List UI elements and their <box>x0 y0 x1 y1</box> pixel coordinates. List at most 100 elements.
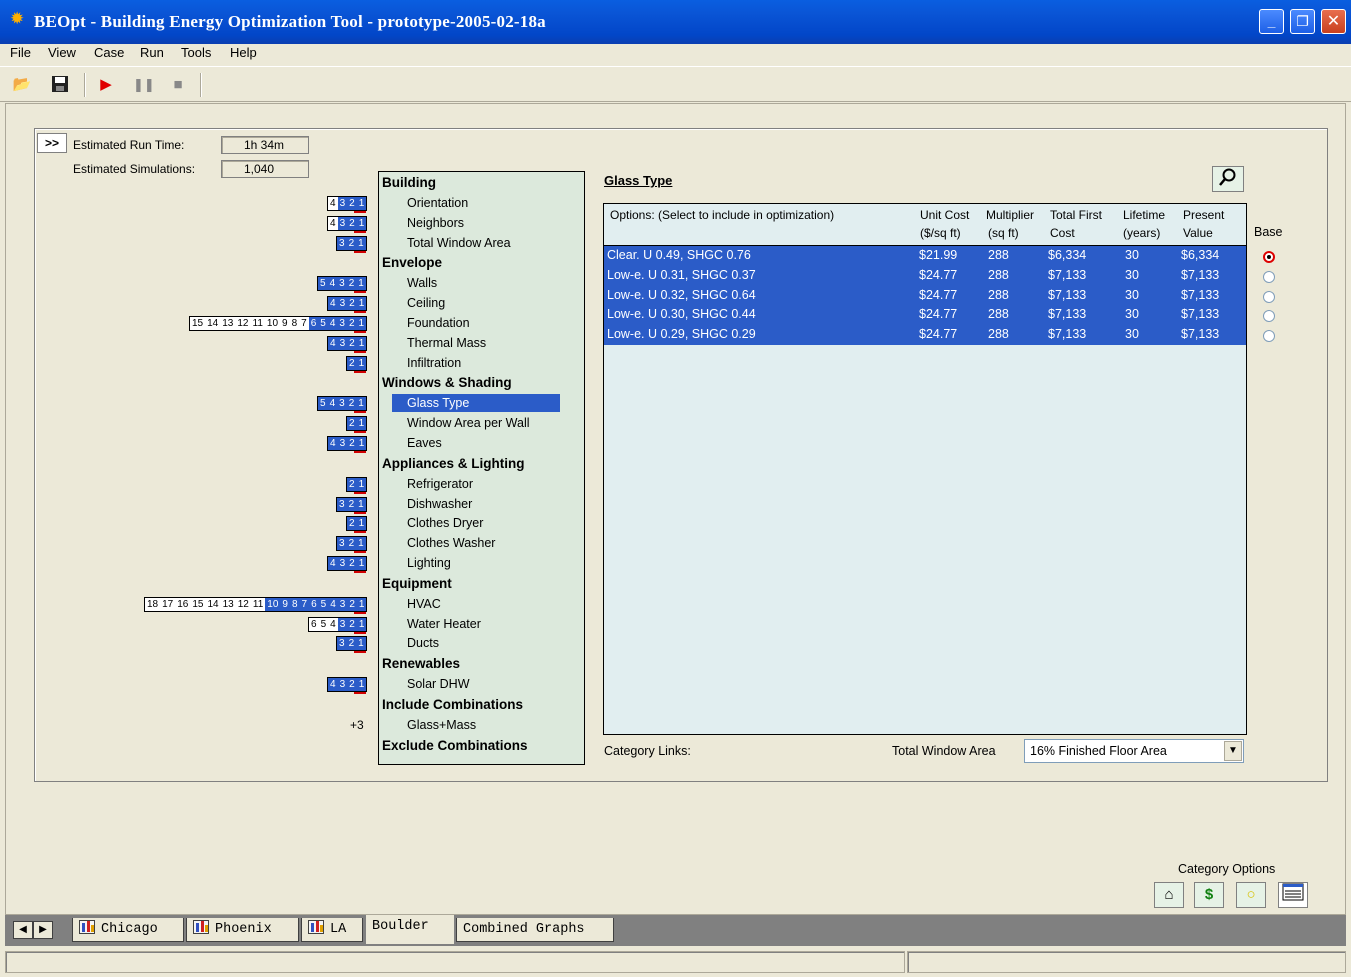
level-cell[interactable]: 3 <box>337 617 348 631</box>
level-indicator[interactable]: 654321 <box>308 616 368 634</box>
level-cell[interactable]: 4 <box>328 297 338 311</box>
level-cell[interactable]: 10 <box>265 597 281 611</box>
level-cell[interactable]: 4 <box>328 216 338 230</box>
level-cell[interactable]: 2 <box>347 557 357 570</box>
level-cell[interactable]: 7 <box>299 597 310 611</box>
level-cell[interactable]: 3 <box>337 437 348 450</box>
level-indicator[interactable]: 21 <box>346 355 368 373</box>
zoom-magnifier-icon[interactable] <box>1212 166 1244 192</box>
bulb-icon[interactable]: ○ <box>1236 882 1266 908</box>
level-cell[interactable]: 1 <box>356 637 366 651</box>
level-indicator[interactable]: 4321 <box>327 215 368 233</box>
level-cell[interactable]: 1 <box>356 617 367 631</box>
expand-button[interactable]: >> <box>37 133 67 153</box>
level-cell[interactable]: 1 <box>356 216 367 230</box>
stop-icon[interactable]: ■ <box>168 75 188 95</box>
category-item[interactable]: Walls <box>407 276 437 290</box>
level-cell[interactable]: 6 <box>309 617 319 631</box>
level-cell[interactable]: 3 <box>337 597 348 611</box>
total-window-area-select[interactable]: 16% Finished Floor Area ▼ <box>1024 739 1244 763</box>
level-cell[interactable]: 2 <box>347 216 357 230</box>
level-cell[interactable]: 4 <box>327 277 338 291</box>
level-cell[interactable]: 2 <box>346 236 357 250</box>
level-cell[interactable]: 3 <box>337 497 347 511</box>
level-cell[interactable]: 4 <box>328 597 338 611</box>
level-indicator[interactable]: 18 17 16 15 14 13 12 11 10 9 8 7 6 5 4 3 2 1 <box>144 596 368 614</box>
level-cell[interactable]: 17 <box>160 597 176 611</box>
level-indicator[interactable]: 4321 <box>327 335 368 353</box>
level-cell[interactable]: 12 <box>235 317 251 330</box>
category-item[interactable]: Eaves <box>407 436 442 450</box>
level-cell[interactable]: 2 <box>347 597 357 611</box>
level-cell[interactable]: 1 <box>356 397 366 411</box>
open-folder-icon[interactable]: 📂 <box>12 75 32 95</box>
tab-phoenix[interactable]: Phoenix <box>186 918 299 942</box>
menu-run[interactable]: Run <box>140 44 164 62</box>
category-item[interactable]: Ceiling <box>407 296 445 310</box>
level-cell[interactable]: 14 <box>205 597 221 611</box>
level-cell[interactable]: 11 <box>250 597 266 611</box>
level-indicator[interactable]: 21 <box>346 416 368 434</box>
level-cell[interactable]: 1 <box>356 557 367 570</box>
level-cell[interactable]: 3 <box>337 216 348 230</box>
level-cell[interactable]: 2 <box>347 517 357 531</box>
level-cell[interactable]: 18 <box>145 597 161 611</box>
level-cell[interactable]: 1 <box>356 517 367 531</box>
level-cell[interactable]: 2 <box>347 197 357 210</box>
tab-combined-graphs[interactable]: Combined Graphs <box>456 918 614 942</box>
category-item[interactable]: Refrigerator <box>407 477 473 491</box>
level-cell[interactable]: 1 <box>356 417 367 431</box>
category-item[interactable]: Foundation <box>407 316 470 330</box>
level-cell[interactable]: 1 <box>356 197 367 210</box>
level-cell[interactable]: 4 <box>327 317 338 330</box>
level-cell[interactable]: 3 <box>337 336 348 350</box>
level-cell[interactable]: 1 <box>356 678 367 692</box>
base-radio[interactable] <box>1263 251 1275 263</box>
category-item[interactable]: Water Heater <box>407 617 481 631</box>
level-cell[interactable]: 9 <box>280 597 290 611</box>
table-row[interactable]: Low-e. U 0.32, SHGC 0.64 $24.77 288 $7,133 3… <box>604 285 1246 306</box>
level-cell[interactable]: 4 <box>328 557 338 570</box>
level-cell[interactable]: 4 <box>328 197 338 210</box>
category-item[interactable]: Lighting <box>407 556 451 570</box>
level-cell[interactable]: 1 <box>356 497 366 511</box>
category-item[interactable]: Thermal Mass <box>407 336 486 350</box>
base-radio[interactable] <box>1263 270 1275 283</box>
restore-button[interactable]: ❐ <box>1290 9 1315 34</box>
level-cell[interactable]: 2 <box>347 617 357 631</box>
menu-tools[interactable]: Tools <box>181 44 211 62</box>
level-cell[interactable]: 6 <box>309 597 319 611</box>
level-cell[interactable]: 1 <box>356 336 367 350</box>
level-cell[interactable]: 2 <box>347 297 357 311</box>
level-cell[interactable]: 2 <box>347 336 357 350</box>
level-cell[interactable]: 2 <box>346 497 357 511</box>
level-cell[interactable]: 10 <box>264 317 281 330</box>
level-indicator[interactable]: 4321 <box>327 677 368 695</box>
level-cell[interactable]: 4 <box>328 336 338 350</box>
close-button[interactable]: ✕ <box>1321 9 1346 34</box>
level-cell[interactable]: 2 <box>347 477 357 491</box>
level-indicator[interactable]: 21 <box>346 476 368 494</box>
level-cell[interactable]: 2 <box>347 417 357 431</box>
category-item[interactable]: Total Window Area <box>407 236 511 250</box>
level-cell[interactable]: 1 <box>356 356 367 370</box>
menu-file[interactable]: File <box>10 44 31 62</box>
level-indicator[interactable]: 54321 <box>317 276 367 294</box>
list-view-icon[interactable] <box>1278 882 1308 908</box>
category-item[interactable]: Ducts <box>407 636 439 650</box>
menu-case[interactable]: Case <box>94 44 124 62</box>
category-item[interactable]: HVAC <box>407 597 441 611</box>
level-cell[interactable]: 1 <box>356 236 366 250</box>
level-cell[interactable]: 3 <box>337 557 348 570</box>
level-cell[interactable]: 8 <box>289 317 300 330</box>
level-cell[interactable]: 1 <box>356 537 366 551</box>
level-cell[interactable]: 13 <box>220 317 236 330</box>
level-cell[interactable]: 14 <box>205 317 221 330</box>
level-cell[interactable]: 1 <box>356 437 367 450</box>
table-row[interactable]: Low-e. U 0.31, SHGC 0.37 $24.77 288 $7,133 3… <box>604 265 1246 286</box>
level-cell[interactable]: 5 <box>318 617 329 631</box>
level-indicator[interactable]: 4321 <box>327 556 368 573</box>
category-item[interactable]: Glass Type <box>407 396 469 410</box>
level-cell[interactable]: 2 <box>346 277 357 291</box>
level-cell[interactable]: 5 <box>318 397 328 411</box>
